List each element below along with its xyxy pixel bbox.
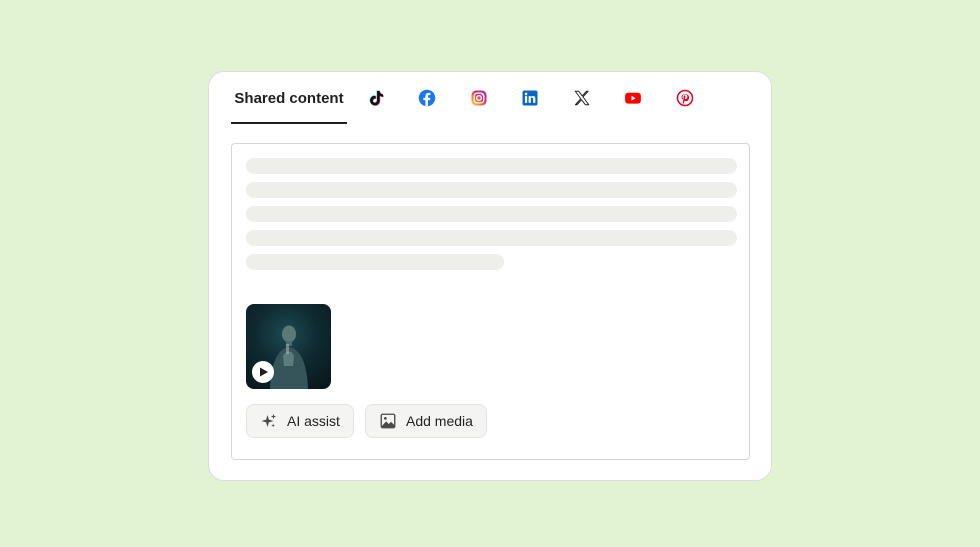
linkedin-icon xyxy=(522,90,538,106)
sparkle-icon xyxy=(261,413,277,428)
tab-shared-content-label: Shared content xyxy=(234,89,344,107)
ai-assist-label: AI assist xyxy=(287,413,340,429)
add-media-button[interactable]: Add media xyxy=(365,404,487,438)
tab-tiktok[interactable] xyxy=(366,88,386,108)
play-icon xyxy=(260,367,268,377)
add-media-label: Add media xyxy=(406,413,473,429)
channel-tabs: Shared content xyxy=(231,72,749,124)
image-icon xyxy=(380,413,396,429)
ai-assist-button[interactable]: AI assist xyxy=(246,404,354,438)
youtube-icon xyxy=(625,92,641,104)
tab-x[interactable] xyxy=(572,88,592,108)
text-skeleton-line xyxy=(246,158,737,174)
tiktok-icon xyxy=(369,90,384,106)
tab-instagram[interactable] xyxy=(469,88,489,108)
text-skeleton-line xyxy=(246,254,504,270)
tab-youtube[interactable] xyxy=(623,88,643,108)
post-editor[interactable]: AI assist Add media xyxy=(231,143,750,460)
video-thumbnail[interactable] xyxy=(246,304,331,389)
play-button[interactable] xyxy=(252,361,274,383)
facebook-icon xyxy=(418,89,436,107)
tab-linkedin[interactable] xyxy=(520,88,540,108)
text-skeleton-line xyxy=(246,230,737,246)
instagram-icon xyxy=(471,90,487,106)
text-skeleton-line xyxy=(246,182,737,198)
x-icon xyxy=(574,90,590,106)
tab-shared-content[interactable]: Shared content xyxy=(231,72,347,124)
tab-facebook[interactable] xyxy=(417,88,437,108)
pinterest-icon xyxy=(676,89,694,107)
post-composer-card: Shared content AI assist Add media xyxy=(208,71,772,481)
tab-pinterest[interactable] xyxy=(675,88,695,108)
text-skeleton-line xyxy=(246,206,737,222)
